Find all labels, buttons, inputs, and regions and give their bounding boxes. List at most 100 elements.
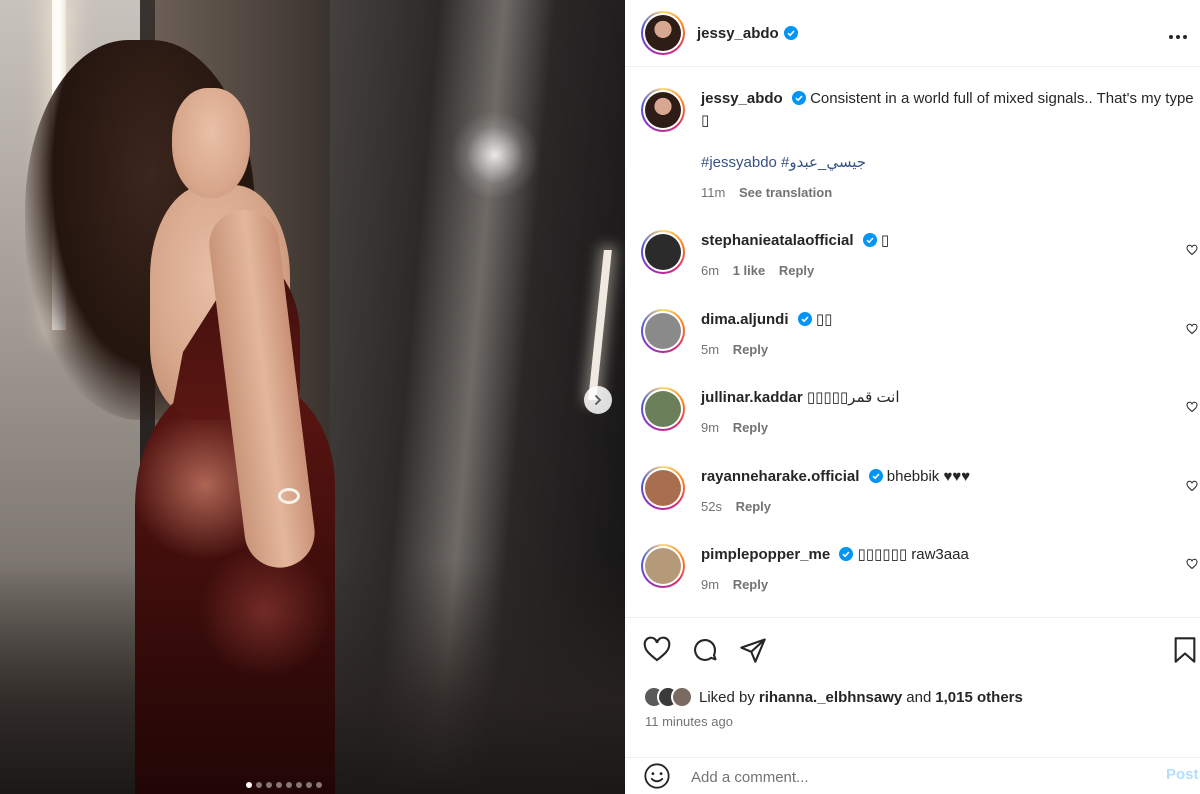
heart-icon (1186, 323, 1198, 335)
comment-time: 9m (701, 420, 720, 435)
comment-input[interactable] (691, 762, 1131, 792)
heart-icon (1186, 558, 1198, 570)
comment-like-button[interactable] (1186, 401, 1198, 413)
comment-reply-button[interactable]: Reply (733, 577, 768, 592)
post-time[interactable]: 11 minutes ago (645, 714, 733, 729)
comment-button[interactable] (691, 636, 719, 667)
verified-icon (791, 91, 806, 105)
comment-like-button[interactable] (1186, 323, 1198, 335)
caption-meta: 11m See translation (701, 182, 1200, 204)
comment-avatar[interactable] (641, 387, 685, 431)
caption-hashtags[interactable]: #jessyabdo #جيسي_عبدو (701, 154, 866, 171)
caption-body: jessy_abdo Consistent in a world full of… (701, 88, 1200, 204)
chevron-right-icon (595, 395, 602, 405)
photo-bracelet (278, 488, 300, 504)
comment-item: jullinar.kaddar ▯▯▯▯▯انت قمر 9m Reply (641, 387, 1200, 439)
comment-text: ▯▯▯▯▯▯ raw3aaa (857, 546, 969, 563)
likes-summary: Liked by rihanna._elbhnsawy and 1,015 ot… (643, 686, 1023, 708)
caption-time: 11m (701, 185, 726, 200)
share-icon (740, 638, 766, 663)
liker-avatar (671, 686, 693, 708)
comment-username[interactable]: pimplepopper_me (701, 546, 830, 563)
comment-text: ▯▯▯▯▯انت قمر (806, 389, 900, 406)
comment-item: stephanieatalaofficial ▯ 6m 1 like Reply (641, 230, 1200, 282)
comment-username[interactable]: rayanneharake.official (701, 468, 859, 485)
comment-text: bhebbik ♥♥♥ (886, 468, 971, 485)
comment-time: 6m (701, 263, 720, 278)
carousel-dot (276, 782, 282, 788)
post-actions: Liked by rihanna._elbhnsawy and 1,015 ot… (625, 617, 1200, 757)
carousel-dot (296, 782, 302, 788)
comment-avatar[interactable] (641, 230, 685, 274)
save-button[interactable] (1173, 636, 1197, 667)
emoji-icon (644, 763, 670, 789)
post-comment-button[interactable]: Post (1166, 766, 1199, 783)
heart-icon (1186, 480, 1198, 492)
bookmark-icon (1174, 637, 1196, 663)
photo-light-glow (450, 110, 540, 200)
more-icon (1176, 34, 1180, 39)
carousel-dot (256, 782, 262, 788)
more-icon (1183, 34, 1187, 39)
comment-username[interactable]: stephanieatalaofficial (701, 232, 854, 249)
post-header: jessy_abdo (625, 0, 1200, 67)
more-icon (1169, 34, 1173, 39)
comment-likes[interactable]: 1 like (733, 263, 766, 278)
comment-time: 5m (701, 342, 720, 357)
comment-avatar[interactable] (641, 466, 685, 510)
carousel-dot (246, 782, 252, 788)
likes-others[interactable]: 1,015 others (935, 689, 1023, 706)
comment-avatar[interactable] (641, 309, 685, 353)
post-photo[interactable] (0, 0, 625, 794)
liker-avatars (643, 686, 693, 708)
comment-reply-button[interactable]: Reply (733, 342, 768, 357)
carousel-dots (246, 782, 322, 788)
comment-time: 9m (701, 577, 720, 592)
verified-icon (862, 233, 877, 247)
add-comment-bar: Post (625, 757, 1200, 794)
caption-username[interactable]: jessy_abdo (701, 90, 783, 107)
verified-icon (783, 26, 798, 40)
comment-item: pimplepopper_me ▯▯▯▯▯▯ raw3aaa 9m Reply (641, 544, 1200, 596)
comment-time: 52s (701, 499, 722, 514)
carousel-next-button[interactable] (584, 386, 612, 414)
verified-icon (797, 312, 812, 326)
comment-like-button[interactable] (1186, 244, 1198, 256)
carousel-dot (286, 782, 292, 788)
author-avatar[interactable] (641, 11, 685, 55)
heart-icon (1186, 244, 1198, 256)
caption: jessy_abdo Consistent in a world full of… (641, 88, 1200, 204)
author-username[interactable]: jessy_abdo (697, 25, 779, 42)
share-button[interactable] (739, 636, 767, 667)
heart-icon (643, 636, 671, 662)
comment-avatar[interactable] (641, 544, 685, 588)
comment-like-button[interactable] (1186, 480, 1198, 492)
comment-text: ▯▯ (815, 311, 833, 328)
verified-icon (868, 469, 883, 483)
caption-avatar[interactable] (641, 88, 685, 132)
comment-like-button[interactable] (1186, 558, 1198, 570)
comment-item: rayanneharake.official bhebbik ♥♥♥ 52s R… (641, 466, 1200, 518)
carousel-dot (316, 782, 322, 788)
comment-reply-button[interactable]: Reply (733, 420, 768, 435)
likes-middle: and (906, 688, 932, 706)
heart-icon (1186, 401, 1198, 413)
post-side-panel: jessy_abdo jessy_abdo Consistent in a wo… (625, 0, 1200, 794)
comment-username[interactable]: dima.aljundi (701, 311, 789, 328)
comment-item: dima.aljundi ▯▯ 5m Reply (641, 309, 1200, 361)
likes-user[interactable]: rihanna._elbhnsawy (759, 689, 902, 706)
carousel-dot (266, 782, 272, 788)
carousel-dot (306, 782, 312, 788)
see-translation-link[interactable]: See translation (739, 185, 832, 200)
photo-face (172, 88, 250, 198)
comment-icon (694, 639, 717, 661)
comment-username[interactable]: jullinar.kaddar (701, 389, 803, 406)
verified-icon (839, 547, 854, 561)
comment-text: ▯ (880, 232, 890, 249)
likes-prefix: Liked by (699, 688, 755, 706)
like-button[interactable] (643, 636, 671, 665)
comment-reply-button[interactable]: Reply (736, 499, 771, 514)
comment-reply-button[interactable]: Reply (779, 263, 814, 278)
more-options-button[interactable] (1164, 24, 1192, 44)
emoji-button[interactable] (643, 762, 671, 793)
